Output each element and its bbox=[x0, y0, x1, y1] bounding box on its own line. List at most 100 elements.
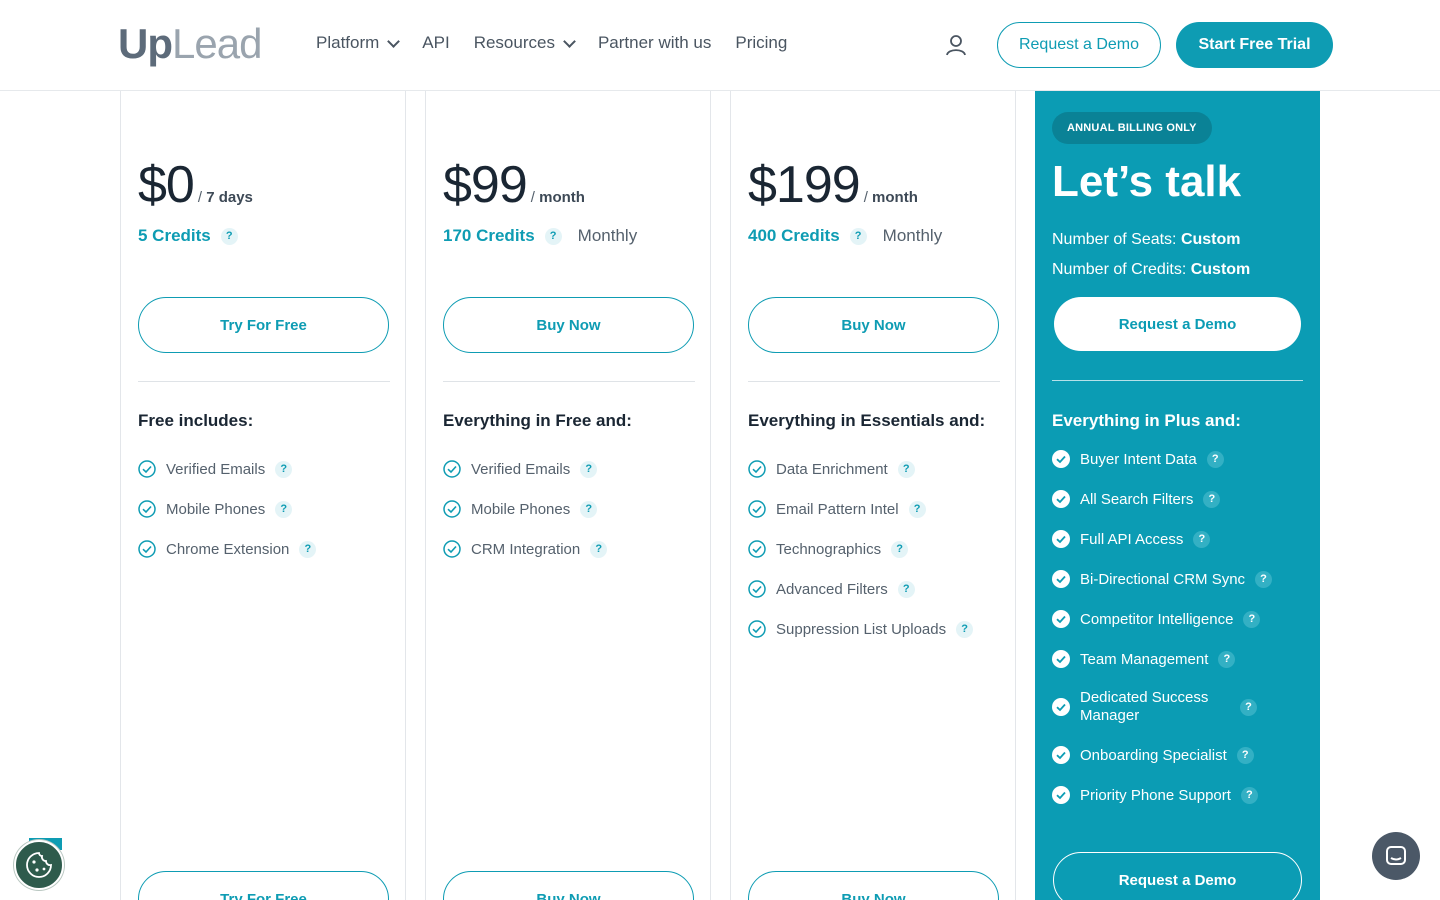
help-icon[interactable]: ? bbox=[544, 227, 562, 245]
help-icon[interactable]: ? bbox=[220, 227, 238, 245]
credits-row: Number of Credits: Custom bbox=[1052, 255, 1250, 285]
seats-row: Number of Seats: Custom bbox=[1052, 225, 1250, 255]
check-circle-icon bbox=[748, 620, 766, 638]
buy-now-button[interactable]: Buy Now bbox=[748, 297, 999, 353]
site-header: UpLead Platform API Resources Partner wi… bbox=[0, 0, 1440, 91]
feature-label: CRM Integration bbox=[471, 540, 581, 558]
user-icon[interactable] bbox=[944, 33, 968, 57]
help-icon[interactable]: ? bbox=[849, 227, 867, 245]
plan-card-enterprise: ANNUAL BILLING ONLY Let’s talk Number of… bbox=[1035, 91, 1320, 900]
feature-label: Mobile Phones bbox=[166, 500, 266, 518]
help-icon[interactable]: ? bbox=[275, 460, 293, 478]
help-icon[interactable]: ? bbox=[891, 540, 909, 558]
feature-item: Data Enrichment? bbox=[748, 449, 973, 489]
check-circle-icon bbox=[443, 460, 461, 478]
nav-platform-label: Platform bbox=[316, 33, 380, 52]
feature-list: Data Enrichment? Email Pattern Intel? Te… bbox=[748, 449, 974, 649]
feature-item: Priority Phone Support? bbox=[1052, 775, 1272, 815]
logo-up: Up bbox=[118, 20, 173, 67]
buy-now-button-bottom[interactable]: Buy Now bbox=[443, 871, 694, 900]
help-icon[interactable]: ? bbox=[1240, 698, 1257, 716]
start-free-trial-button[interactable]: Start Free Trial bbox=[1176, 22, 1333, 68]
check-circle-icon bbox=[443, 540, 461, 558]
check-circle-icon bbox=[1052, 570, 1070, 588]
feature-label: Email Pattern Intel bbox=[776, 500, 899, 518]
help-icon[interactable]: ? bbox=[580, 500, 598, 518]
buy-now-button[interactable]: Buy Now bbox=[443, 297, 694, 353]
plan-card-free: $0 / 7 days 5 Credits ? Try For Free Fre… bbox=[120, 91, 406, 900]
nav-platform[interactable]: Platform bbox=[316, 33, 401, 53]
annual-billing-badge: ANNUAL BILLING ONLY bbox=[1052, 112, 1212, 144]
features-title: Free includes: bbox=[138, 411, 254, 430]
plan-price: $199 / month bbox=[748, 155, 918, 215]
divider bbox=[748, 381, 1000, 382]
feature-label: Team Management bbox=[1080, 650, 1209, 668]
credits-label: 400 Credits bbox=[748, 226, 840, 245]
enterprise-request-demo-button[interactable]: Request a Demo bbox=[1054, 297, 1301, 351]
buy-now-button-bottom[interactable]: Buy Now bbox=[748, 871, 999, 900]
plan-credits: 400 Credits ? Monthly bbox=[748, 226, 942, 246]
feature-label: Priority Phone Support bbox=[1080, 786, 1231, 804]
help-icon[interactable]: ? bbox=[897, 580, 915, 598]
features-title: Everything in Free and: bbox=[443, 411, 632, 430]
help-icon[interactable]: ? bbox=[897, 460, 915, 478]
enterprise-request-demo-button-bottom[interactable]: Request a Demo bbox=[1053, 852, 1302, 900]
help-icon[interactable]: ? bbox=[299, 540, 317, 558]
uplead-logo[interactable]: UpLead bbox=[118, 20, 262, 68]
help-icon[interactable]: ? bbox=[1236, 746, 1254, 764]
nav-api[interactable]: API bbox=[422, 33, 449, 53]
plan-price: $0 / 7 days bbox=[138, 155, 253, 215]
help-icon[interactable]: ? bbox=[1206, 450, 1224, 468]
divider bbox=[1052, 380, 1303, 381]
try-for-free-button-bottom[interactable]: Try For Free bbox=[138, 871, 389, 900]
plan-credits: 5 Credits ? bbox=[138, 226, 238, 246]
feature-list: Buyer Intent Data? All Search Filters? F… bbox=[1052, 439, 1273, 815]
feature-list: Verified Emails? Mobile Phones? CRM Inte… bbox=[443, 449, 608, 569]
help-icon[interactable]: ? bbox=[1193, 530, 1211, 548]
check-circle-icon bbox=[1052, 698, 1070, 716]
help-icon[interactable]: ? bbox=[1218, 650, 1236, 668]
credits-label: 170 Credits bbox=[443, 226, 535, 245]
feature-label: Suppression List Uploads bbox=[776, 620, 947, 638]
help-icon[interactable]: ? bbox=[908, 500, 926, 518]
feature-label: Mobile Phones bbox=[471, 500, 571, 518]
feature-item: Buyer Intent Data? bbox=[1052, 439, 1272, 479]
help-icon[interactable]: ? bbox=[275, 500, 293, 518]
chat-launcher-button[interactable] bbox=[1372, 832, 1420, 880]
check-circle-icon bbox=[1052, 450, 1070, 468]
nav-resources[interactable]: Resources bbox=[474, 33, 576, 53]
feature-item: Verified Emails? bbox=[138, 449, 316, 489]
request-demo-button[interactable]: Request a Demo bbox=[997, 22, 1161, 68]
enterprise-title: Let’s talk bbox=[1052, 157, 1242, 206]
help-icon[interactable]: ? bbox=[956, 620, 974, 638]
help-icon[interactable]: ? bbox=[1240, 786, 1258, 804]
feature-label: Competitor Intelligence bbox=[1080, 610, 1234, 628]
nav-pricing-label: Pricing bbox=[735, 33, 788, 52]
logo-lead: Lead bbox=[172, 20, 262, 67]
check-circle-icon bbox=[1052, 490, 1070, 508]
price-amount: $199 bbox=[748, 156, 861, 214]
feature-item: Verified Emails? bbox=[443, 449, 607, 489]
price-period: / month bbox=[530, 189, 585, 206]
feature-item: Mobile Phones? bbox=[443, 489, 607, 529]
nav-partner[interactable]: Partner with us bbox=[598, 33, 711, 53]
check-circle-icon bbox=[748, 460, 766, 478]
help-icon[interactable]: ? bbox=[1243, 610, 1261, 628]
divider bbox=[443, 381, 695, 382]
cookie-settings-button[interactable] bbox=[14, 840, 64, 890]
feature-list: Verified Emails? Mobile Phones? Chrome E… bbox=[138, 449, 317, 569]
nav-pricing[interactable]: Pricing bbox=[735, 33, 787, 53]
check-circle-icon bbox=[138, 460, 156, 478]
help-icon[interactable]: ? bbox=[1203, 490, 1221, 508]
feature-label: Advanced Filters bbox=[776, 580, 888, 598]
help-icon[interactable]: ? bbox=[1255, 570, 1273, 588]
feature-label: Chrome Extension bbox=[166, 540, 290, 558]
help-icon[interactable]: ? bbox=[590, 540, 608, 558]
nav-partner-label: Partner with us bbox=[597, 33, 712, 52]
help-icon[interactable]: ? bbox=[580, 460, 598, 478]
credits-label: Number of Credits: bbox=[1052, 261, 1187, 278]
feature-item: Onboarding Specialist? bbox=[1052, 735, 1272, 775]
feature-label: Data Enrichment bbox=[776, 460, 888, 478]
try-for-free-button[interactable]: Try For Free bbox=[138, 297, 389, 353]
check-circle-icon bbox=[748, 500, 766, 518]
